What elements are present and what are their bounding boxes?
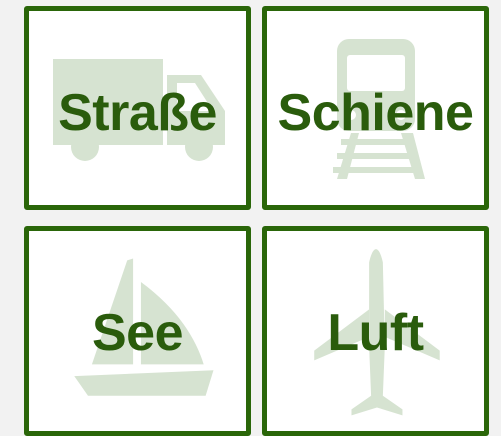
tile-label-air: Luft — [327, 304, 424, 362]
tile-sea[interactable]: See — [24, 226, 251, 436]
tile-label-road: Straße — [58, 84, 217, 142]
tile-label-sea: See — [91, 304, 184, 362]
tile-label-rail: Schiene — [277, 84, 474, 142]
tile-air[interactable]: Luft — [262, 226, 489, 436]
tile-rail[interactable]: Schiene — [262, 6, 489, 210]
tile-road[interactable]: Straße — [24, 6, 251, 210]
